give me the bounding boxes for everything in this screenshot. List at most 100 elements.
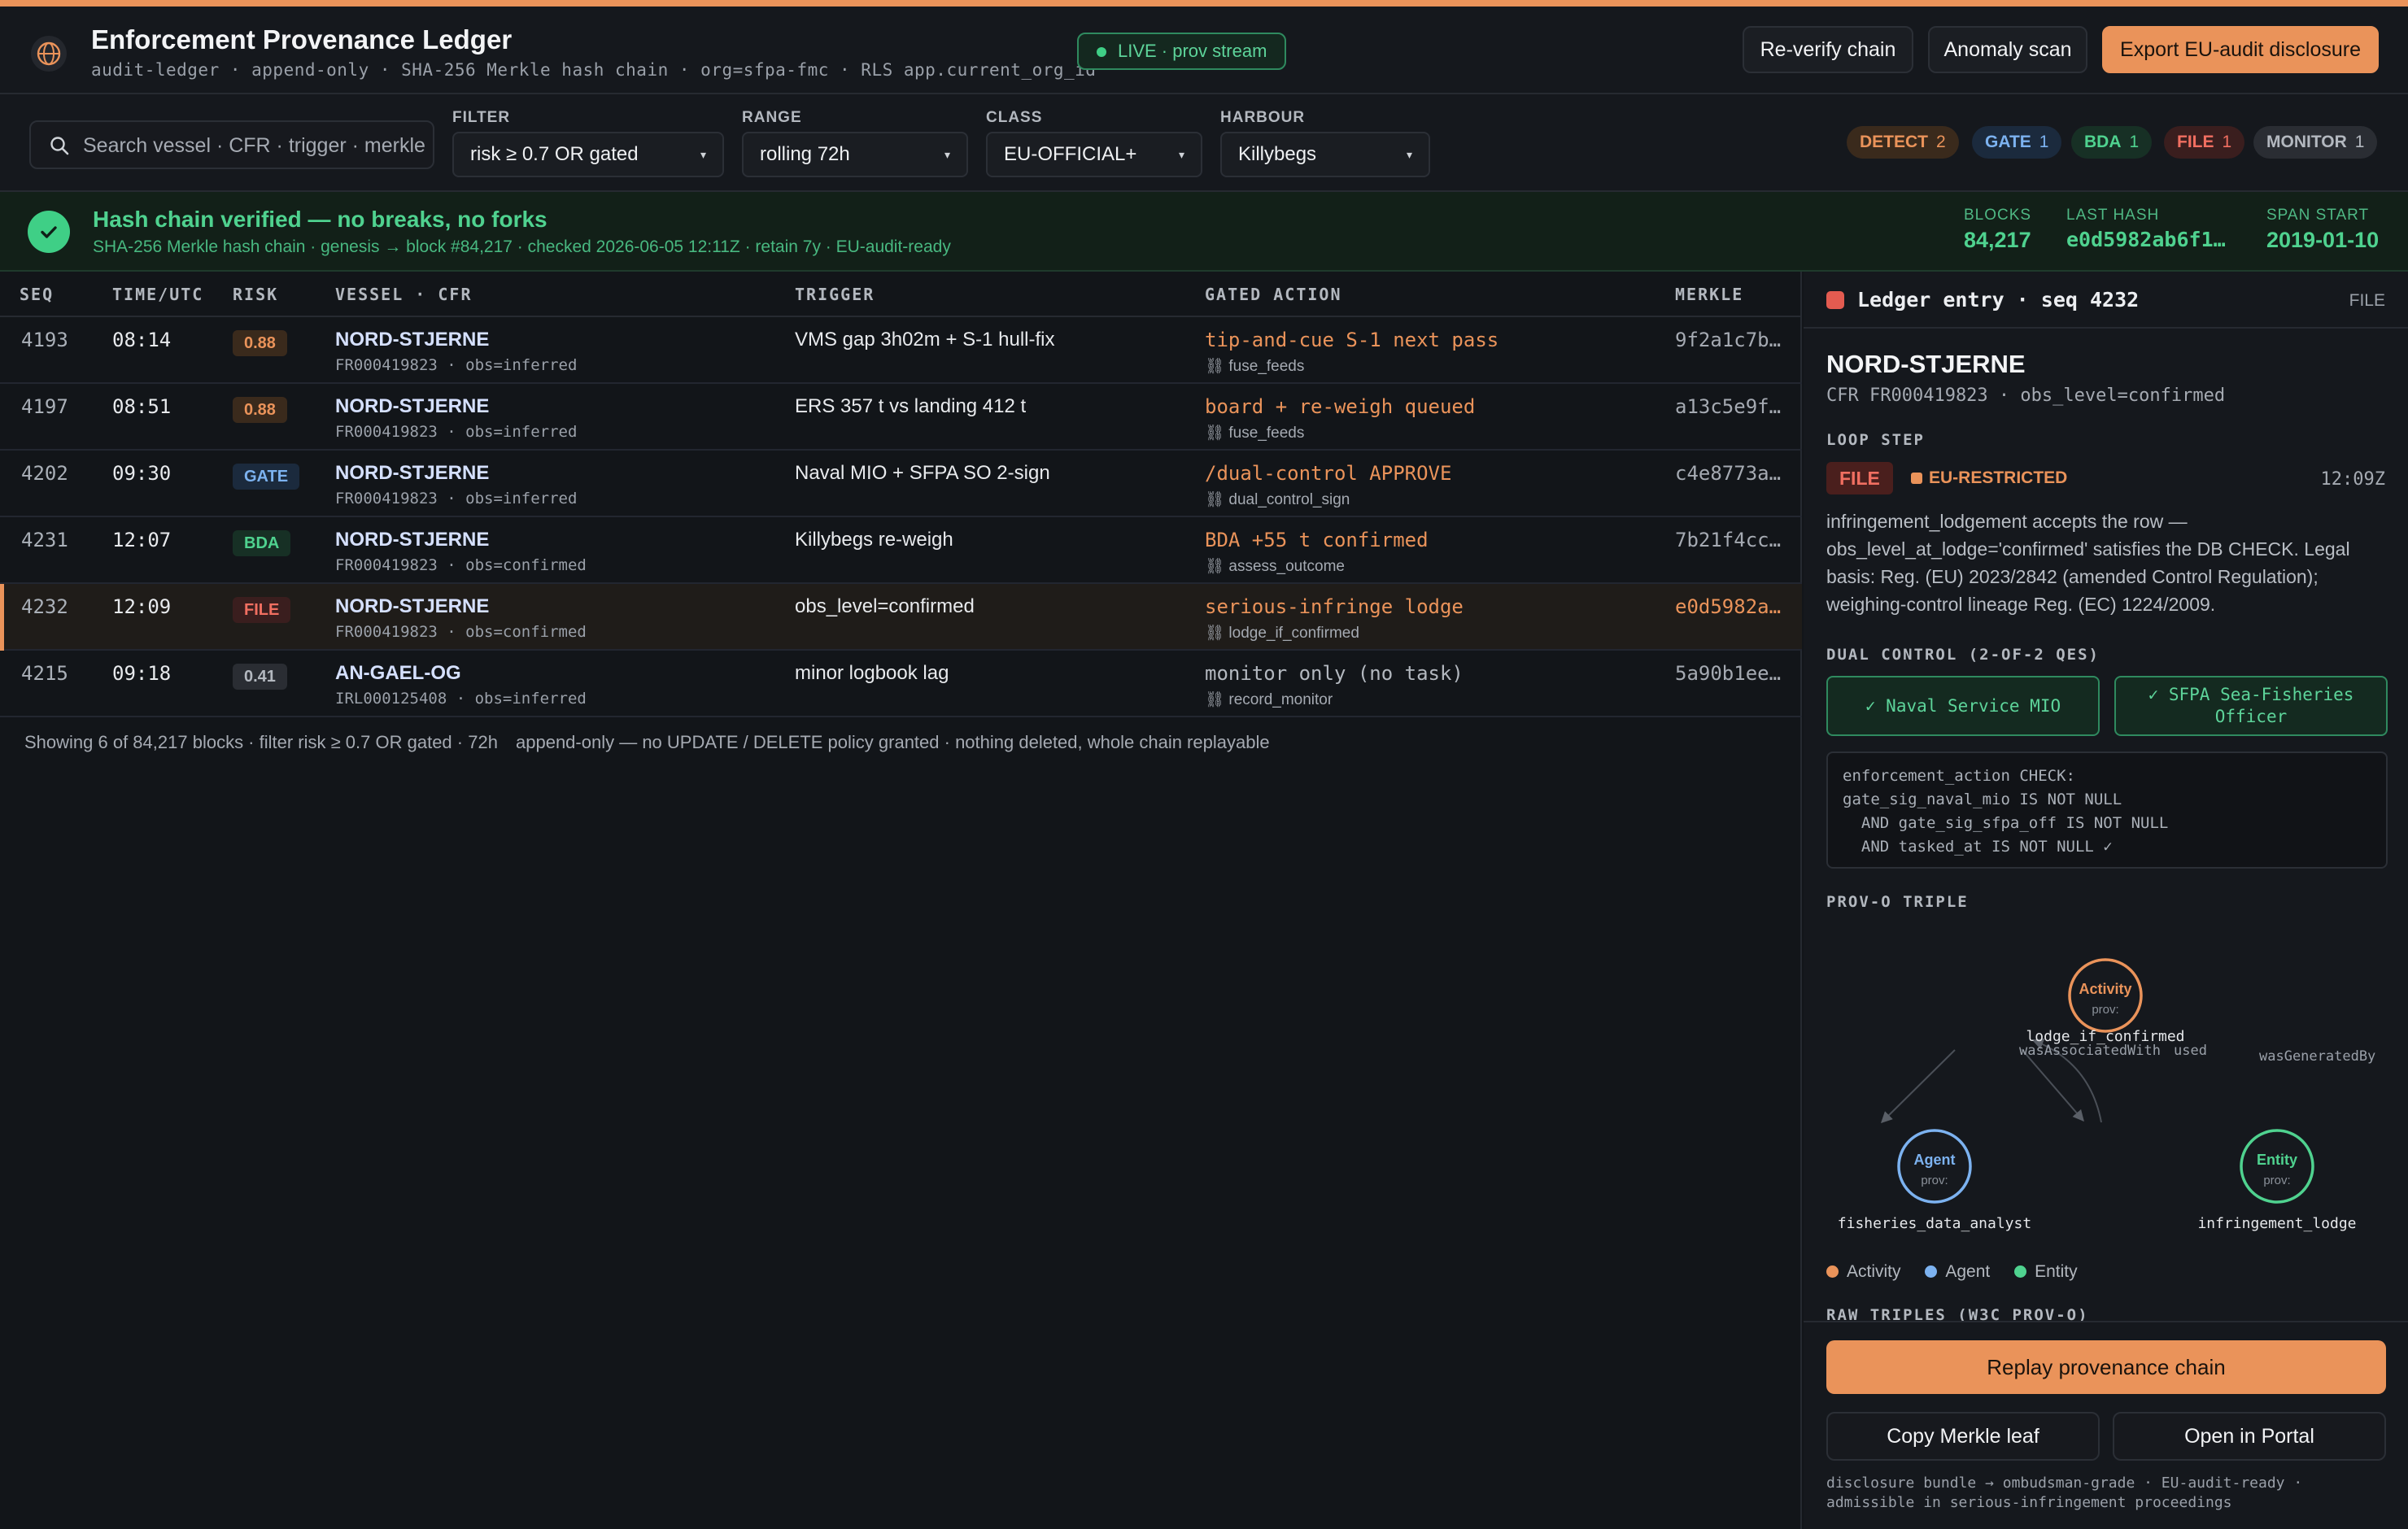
col-seq[interactable]: SEQ: [20, 285, 54, 304]
cell-cfr: IRL000125408 · obs=inferred: [335, 690, 587, 708]
cell-vessel[interactable]: NORD-STJERNE: [335, 462, 489, 485]
open-portal-button[interactable]: Open in Portal: [2113, 1412, 2386, 1461]
classification-badge: EU-RESTRICTED: [1911, 468, 2067, 488]
panel-vessel: NORD-STJERNE: [1826, 350, 2026, 378]
filter-label: FILTER: [452, 109, 511, 126]
cell-action: tip-and-cue S-1 next pass: [1205, 329, 1499, 351]
activity-node[interactable]: Activity prov: lodge_if_confirmed: [2026, 958, 2185, 1045]
filter-select[interactable]: risk ≥ 0.7 OR gated: [452, 132, 724, 177]
prov-triple-label: PROV-O TRIPLE: [1826, 893, 1969, 911]
risk-badge: GATE: [233, 464, 300, 490]
entity-node[interactable]: Entity prov: infringement_lodge: [2197, 1129, 2357, 1232]
globe-icon: [31, 36, 67, 72]
stat-value: 84,217: [1964, 228, 2031, 252]
dual-control-label: DUAL CONTROL (2-OF-2 QES): [1826, 646, 2100, 664]
legend-agent: Agent: [1945, 1262, 1991, 1281]
table-row[interactable]: 4193 08:14 0.88 NORD-STJERNE FR000419823 · o…: [0, 317, 1802, 384]
cell-time: 08:14: [112, 329, 172, 351]
cell-seq: 4197: [21, 395, 68, 418]
activity-node-title: Activity: [2079, 981, 2131, 997]
cell-merkle[interactable]: e0d5982a…: [1675, 595, 1789, 618]
cell-action: /dual-control APPROVE: [1205, 462, 1452, 485]
pill-label: BDA: [2084, 133, 2122, 151]
table-row[interactable]: 4232 12:09 FILE NORD-STJERNE FR000419823 · o…: [0, 584, 1802, 651]
range-select[interactable]: rolling 72h: [742, 132, 968, 177]
accent-bar: [0, 0, 2408, 7]
edge-label-generated: wasGeneratedBy: [2259, 1048, 2375, 1065]
cell-time: 12:09: [112, 595, 172, 618]
cell-vessel[interactable]: AN-GAEL-OG: [335, 662, 461, 685]
page-title: Enforcement Provenance Ledger: [91, 24, 513, 54]
replay-provenance-button[interactable]: Replay provenance chain: [1826, 1340, 2386, 1394]
cell-vessel[interactable]: NORD-STJERNE: [335, 329, 489, 351]
risk-badge: FILE: [233, 597, 291, 623]
pill-monitor[interactable]: MONITOR 1: [2253, 126, 2378, 159]
pill-count: 1: [2039, 133, 2049, 151]
agent-dot-icon: [1925, 1265, 1938, 1278]
cell-time: 08:51: [112, 395, 172, 418]
anomaly-scan-button[interactable]: Anomaly scan: [1928, 26, 2087, 73]
pill-count: 1: [2129, 133, 2140, 151]
cell-vessel[interactable]: NORD-STJERNE: [335, 595, 489, 618]
cell-merkle[interactable]: 9f2a1c7b…: [1675, 329, 1789, 351]
table-row[interactable]: 4202 09:30 GATE NORD-STJERNE FR000419823 · o…: [0, 451, 1802, 517]
pill-count: 2: [1936, 133, 1946, 151]
col-time[interactable]: TIME/UTC: [112, 285, 203, 304]
table-row[interactable]: 4215 09:18 0.41 AN-GAEL-OG IRL000125408 · ob…: [0, 651, 1802, 717]
stat-blocks: BLOCKS 84,217: [1964, 207, 2031, 253]
pill-count: 1: [2222, 133, 2232, 151]
stat-last-hash: LAST HASH e0d5982ab6f1…: [2066, 207, 2226, 251]
activity-node-label: lodge_if_confirmed: [2026, 1028, 2184, 1045]
table-header: SEQ TIME/UTC RISK VESSEL · CFR TRIGGER G…: [0, 272, 1802, 317]
cell-merkle[interactable]: a13c5e9f…: [1675, 395, 1789, 418]
reverify-chain-button[interactable]: Re-verify chain: [1743, 26, 1913, 73]
stat-label: LAST HASH: [2066, 207, 2160, 224]
cell-action-fn: ⛓ assess_outcome: [1205, 558, 1345, 575]
cell-seq: 4193: [21, 329, 68, 351]
app-header: Enforcement Provenance Ledger audit-ledg…: [0, 7, 2408, 94]
agent-node[interactable]: Agent prov: fisheries_data_analyst: [1838, 1129, 2031, 1232]
col-merkle[interactable]: MERKLE: [1675, 285, 1743, 304]
table-row[interactable]: 4231 12:07 BDA NORD-STJERNE FR000419823 · ob…: [0, 517, 1802, 584]
pill-label: MONITOR: [2266, 133, 2347, 151]
copy-merkle-button[interactable]: Copy Merkle leaf: [1826, 1412, 2100, 1461]
col-vessel[interactable]: VESSEL · CFR: [335, 285, 473, 304]
pill-detect[interactable]: DETECT 2: [1847, 126, 1959, 159]
cell-merkle[interactable]: 7b21f4cc…: [1675, 529, 1789, 551]
class-label: CLASS: [986, 109, 1043, 126]
harbour-label: HARBOUR: [1220, 109, 1306, 126]
legend-entity: Entity: [2035, 1262, 2078, 1281]
pill-count: 1: [2354, 133, 2365, 151]
cell-action-fn: ⛓ record_monitor: [1205, 691, 1333, 708]
live-status-badge: LIVE · prov stream: [1077, 33, 1287, 70]
signature-naval-mio: ✓ Naval Service MIO: [1826, 676, 2100, 736]
pill-file[interactable]: FILE 1: [2164, 126, 2245, 159]
stat-value: e0d5982ab6f1…: [2066, 228, 2226, 251]
cell-merkle[interactable]: c4e8773a…: [1675, 462, 1789, 485]
banner-subtitle: SHA-256 Merkle hash chain · genesis → bl…: [93, 237, 951, 256]
col-action[interactable]: GATED ACTION: [1205, 285, 1342, 304]
col-trigger[interactable]: TRIGGER: [795, 285, 875, 304]
pill-bda[interactable]: BDA 1: [2071, 126, 2153, 159]
cell-vessel[interactable]: NORD-STJERNE: [335, 395, 489, 418]
agent-node-title: Agent: [1914, 1152, 1956, 1168]
stat-label: SPAN START: [2266, 207, 2370, 224]
entity-dot-icon: [2014, 1265, 2027, 1278]
cell-merkle[interactable]: 5a90b1ee…: [1675, 662, 1789, 685]
harbour-select[interactable]: Killybegs: [1220, 132, 1430, 177]
cell-vessel[interactable]: NORD-STJERNE: [335, 529, 489, 551]
table-row[interactable]: 4197 08:51 0.88 NORD-STJERNE FR000419823 · o…: [0, 384, 1802, 451]
col-risk[interactable]: RISK: [233, 285, 278, 304]
table-footer-note: append-only — no UPDATE / DELETE policy …: [516, 732, 1270, 752]
cell-cfr: FR000419823 · obs=inferred: [335, 356, 578, 374]
cell-trigger: VMS gap 3h02m + S-1 hull-fix: [795, 329, 1055, 351]
edge-label-associated: wasAssociatedWith: [2019, 1043, 2161, 1059]
cell-trigger: obs_level=confirmed: [795, 595, 975, 617]
search-input[interactable]: Search vessel · CFR · trigger · merkle: [29, 120, 434, 169]
graph-legend: Activity Agent Entity: [1826, 1262, 2097, 1282]
cell-time: 09:18: [112, 662, 172, 685]
class-select[interactable]: EU-OFFICIAL+: [986, 132, 1202, 177]
pill-gate[interactable]: GATE 1: [1972, 126, 2062, 159]
export-eu-audit-button[interactable]: Export EU-audit disclosure: [2102, 26, 2379, 73]
cell-action-fn: ⛓ dual_control_sign: [1205, 491, 1350, 508]
